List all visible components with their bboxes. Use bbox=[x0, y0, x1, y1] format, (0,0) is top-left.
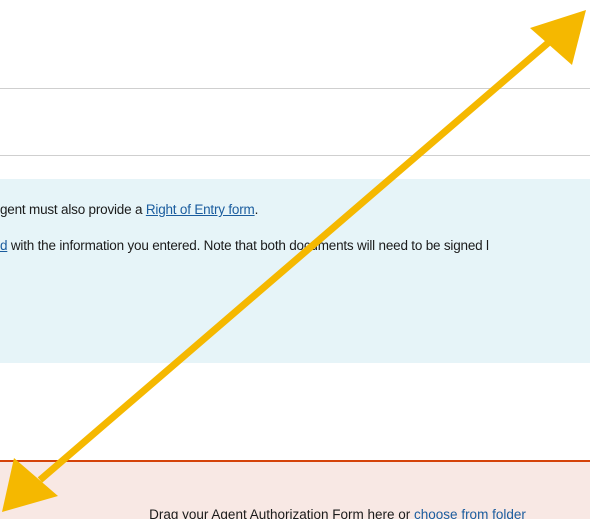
input-field-area[interactable] bbox=[0, 89, 590, 155]
drop-zone-prompt: Drag your Agent Authorization Form here … bbox=[0, 507, 590, 519]
right-of-entry-link[interactable]: Right of Entry form bbox=[146, 202, 255, 217]
info-line-1-text: gent must also provide a bbox=[0, 202, 146, 217]
file-drop-zone[interactable]: Drag your Agent Authorization Form here … bbox=[0, 462, 590, 519]
info-alert: gent must also provide a Right of Entry … bbox=[0, 179, 590, 363]
info-line-2: d with the information you entered. Note… bbox=[0, 238, 489, 253]
info-line-1: gent must also provide a Right of Entry … bbox=[0, 202, 258, 217]
info-line-1-suffix: . bbox=[254, 202, 259, 217]
drop-zone-label: Drag your Agent Authorization Form here … bbox=[149, 507, 415, 519]
choose-from-folder-link[interactable]: choose from folder bbox=[414, 507, 526, 519]
info-line-2-text: with the information you entered. Note t… bbox=[7, 238, 489, 253]
blank-top-area bbox=[0, 0, 590, 88]
page: gent must also provide a Right of Entry … bbox=[0, 0, 590, 519]
field-divider-bottom bbox=[0, 155, 590, 156]
